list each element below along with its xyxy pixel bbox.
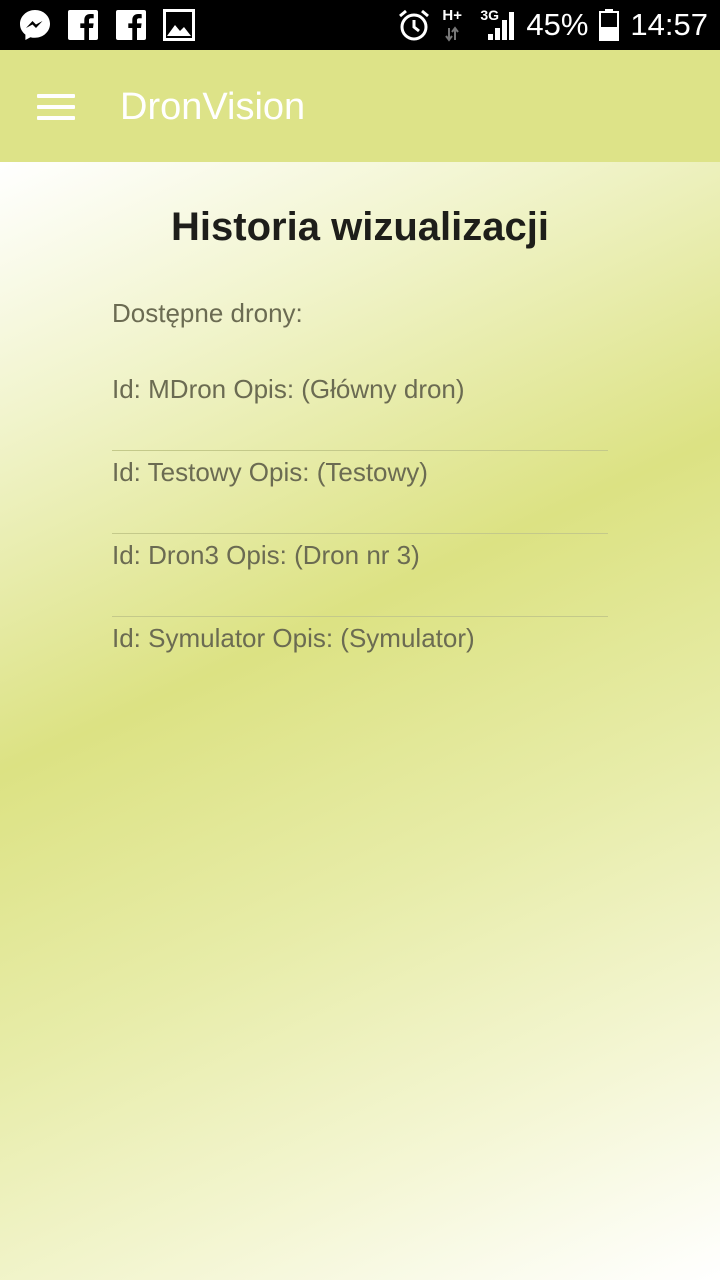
drone-item-label: Id: Symulator Opis: (Symulator) bbox=[112, 623, 475, 653]
battery-icon bbox=[598, 8, 620, 42]
facebook-icon bbox=[114, 8, 148, 42]
drone-item-dron3[interactable]: Id: Dron3 Opis: (Dron nr 3) bbox=[112, 533, 608, 616]
hamburger-menu-icon[interactable] bbox=[26, 80, 86, 132]
network-h-plus-icon: H+ bbox=[440, 6, 470, 44]
alarm-icon bbox=[396, 8, 430, 42]
drone-item-mdron[interactable]: Id: MDron Opis: (Główny dron) bbox=[112, 368, 608, 450]
clock: 14:57 bbox=[630, 7, 708, 42]
main-content: Historia wizualizacji Dostępne drony: Id… bbox=[0, 162, 720, 1280]
drone-item-label: Id: MDron Opis: (Główny dron) bbox=[112, 374, 465, 404]
facebook-icon bbox=[66, 8, 100, 42]
drone-list: Id: MDron Opis: (Główny dron) Id: Testow… bbox=[112, 368, 608, 699]
status-bar: H+ 3G 45% 14:57 bbox=[0, 0, 720, 50]
drone-item-label: Id: Dron3 Opis: (Dron nr 3) bbox=[112, 540, 420, 570]
battery-percent: 45% bbox=[526, 7, 589, 42]
drone-item-symulator[interactable]: Id: Symulator Opis: (Symulator) bbox=[112, 616, 608, 699]
app-title: DronVision bbox=[120, 86, 306, 128]
drone-item-testowy[interactable]: Id: Testowy Opis: (Testowy) bbox=[112, 450, 608, 533]
gallery-icon bbox=[162, 8, 196, 42]
available-drones-label: Dostępne drony: bbox=[112, 298, 303, 328]
signal-3g-icon: 3G bbox=[480, 6, 516, 44]
drone-item-label: Id: Testowy Opis: (Testowy) bbox=[112, 457, 428, 487]
app-bar: DronVision bbox=[0, 50, 720, 162]
page-title: Historia wizualizacji bbox=[171, 205, 549, 249]
notification-icons bbox=[18, 8, 196, 42]
system-status: H+ 3G 45% 14:57 bbox=[396, 6, 708, 44]
messenger-icon bbox=[18, 8, 52, 42]
